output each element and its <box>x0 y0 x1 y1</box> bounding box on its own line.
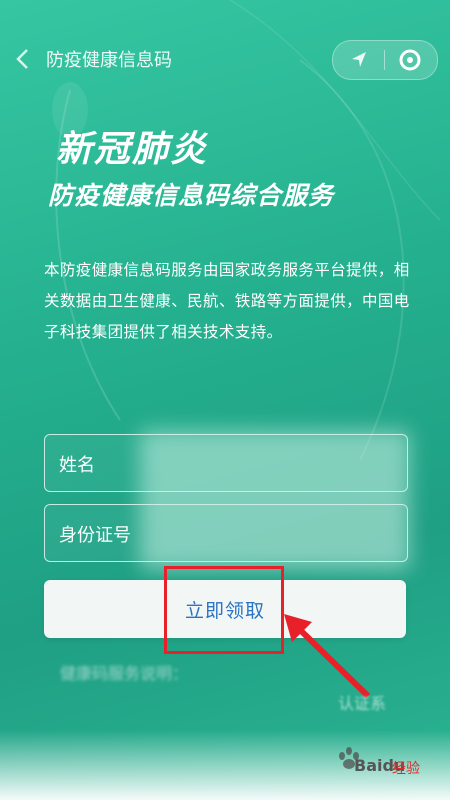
privacy-blur <box>140 430 410 570</box>
nav-title: 防疫健康信息码 <box>46 50 172 71</box>
id-number-field-label: 身份证号 <box>59 525 131 546</box>
hero-subtitle: 防疫健康信息码综合服务 <box>48 181 335 210</box>
miniprogram-capsule <box>332 40 438 80</box>
service-description: 本防疫健康信息码服务由国家政务服务平台提供，相关数据由卫生健康、民航、铁路等方面… <box>44 261 410 341</box>
highlight-box <box>164 566 284 654</box>
capsule-divider <box>384 50 385 70</box>
location-arrow-icon[interactable] <box>346 47 372 73</box>
chevron-left-icon[interactable] <box>12 46 34 72</box>
top-navigation-bar: 防疫健康信息码 <box>0 0 450 120</box>
watermark-sub: 经验 <box>392 761 420 777</box>
hero-title: 新冠肺炎 <box>56 129 209 170</box>
target-circle-icon[interactable] <box>397 47 423 73</box>
name-field-label: 姓名 <box>59 455 95 476</box>
cert-note-blurred: 认证系 <box>338 694 387 713</box>
service-note-blurred: 健康码服务说明： <box>60 664 189 683</box>
